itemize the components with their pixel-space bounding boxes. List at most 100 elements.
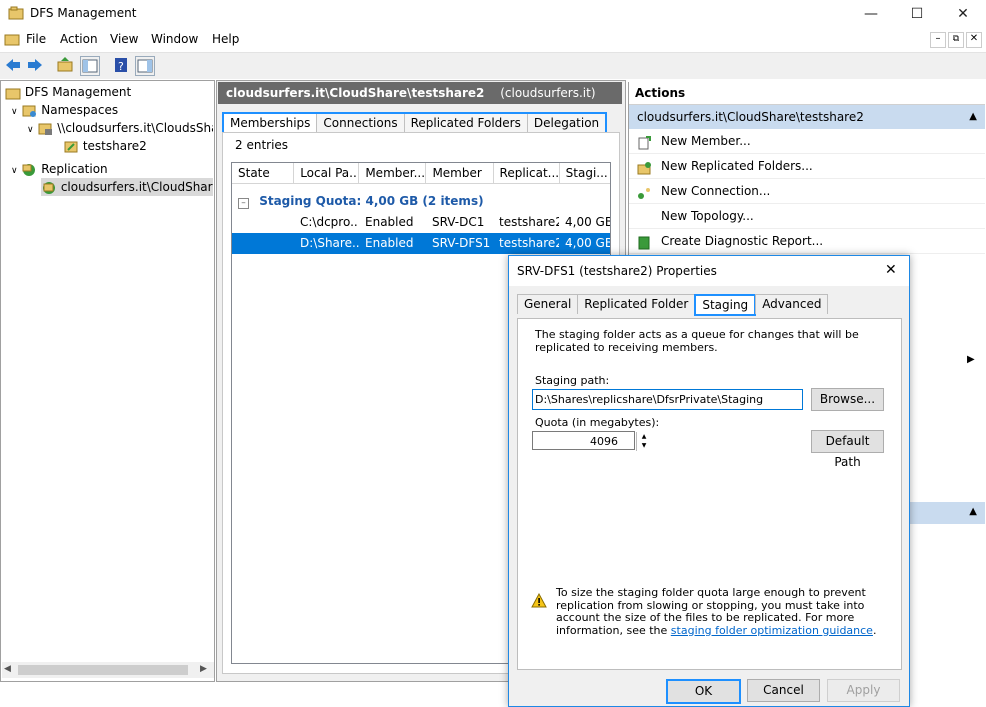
col-state[interactable]: State (232, 163, 295, 183)
child-minimize-button[interactable]: – (930, 32, 946, 48)
tab-memberships[interactable]: Memberships (224, 114, 318, 134)
tab-delegation[interactable]: Delegation (527, 114, 606, 134)
tree-replication-item[interactable]: cloudsurfers.it\CloudShare\t (41, 178, 213, 196)
menu-view[interactable]: View (110, 32, 138, 46)
action-new-member[interactable]: New Member... (629, 129, 985, 154)
dialog-title: SRV-DFS1 (testshare2) Properties (517, 264, 717, 278)
entries-count: 2 entries (235, 138, 289, 152)
col-staging[interactable]: Stagi... (560, 163, 610, 183)
close-button[interactable]: ✕ (940, 0, 986, 28)
new-folder-icon (637, 159, 653, 175)
tree-replication[interactable]: ∨ Replication (11, 160, 108, 178)
action-new-connection[interactable]: New Connection... (629, 179, 985, 204)
action-new-replicated-folders[interactable]: New Replicated Folders... (629, 154, 985, 179)
minimize-button[interactable]: — (848, 0, 894, 28)
default-path-button[interactable]: Default Path (811, 430, 884, 469)
dialog-title-bar: SRV-DFS1 (testshare2) Properties ✕ (509, 256, 909, 286)
folder-link-icon (63, 140, 79, 154)
svg-text:?: ? (118, 60, 124, 73)
collapse-icon[interactable]: – (238, 198, 249, 209)
cancel-button[interactable]: Cancel (747, 679, 820, 702)
staging-panel: The staging folder acts as a queue for c… (517, 318, 902, 670)
app-icon (8, 6, 24, 25)
back-arrow-icon[interactable] (4, 56, 22, 74)
tab-replicated-folder[interactable]: Replicated Folder (577, 294, 696, 314)
report-icon (637, 234, 653, 250)
child-close-button[interactable]: ✕ (966, 32, 982, 48)
warning-icon (531, 592, 547, 611)
tree-root[interactable]: DFS Management (5, 83, 131, 101)
new-member-icon (637, 134, 653, 150)
dfs-folder-icon (5, 86, 21, 100)
tree-namespace-child[interactable]: testshare2 (63, 137, 147, 155)
menu-help[interactable]: Help (212, 32, 239, 46)
apply-button[interactable]: Apply (827, 679, 900, 702)
tree-namespace-item[interactable]: ∨ \\cloudsurfers.it\CloudsShar (27, 119, 213, 137)
quota-label: Quota (in megabytes): (535, 416, 660, 429)
collapse-up-icon[interactable]: ▲ (969, 105, 977, 129)
show-hide-action-pane-icon[interactable] (135, 56, 155, 76)
group-header[interactable]: – Staging Quota: 4,00 GB (2 items) (232, 190, 610, 212)
list-header: State Local Pa... Member... Member Repli… (232, 163, 610, 184)
quota-stepper[interactable]: ▲ ▼ (636, 432, 651, 451)
submenu-arrow-icon[interactable]: ▶ (967, 354, 975, 365)
tree-horizontal-scrollbar[interactable]: ◀ ▶ (2, 662, 214, 678)
staging-guidance-link[interactable]: staging folder optimization guidance (671, 624, 873, 637)
tab-general[interactable]: General (517, 294, 579, 314)
browse-button[interactable]: Browse... (811, 388, 884, 411)
tree-namespaces[interactable]: ∨ Namespaces (11, 101, 118, 119)
chevron-down-icon[interactable]: ∨ (11, 107, 18, 117)
help-icon[interactable]: ? (112, 56, 130, 74)
action-create-diagnostic-report[interactable]: Create Diagnostic Report... (629, 229, 985, 254)
quota-input[interactable]: 4096 (532, 431, 635, 450)
tab-staging[interactable]: Staging (694, 294, 757, 316)
menu-bar: File Action View Window Help – ⧉ ✕ (0, 28, 986, 50)
tab-replicated-folders[interactable]: Replicated Folders (404, 114, 528, 134)
table-row-selected[interactable]: D:\Share... Enabled SRV-DFS1 testshare2 … (232, 233, 610, 254)
col-replicated-folder[interactable]: Replicat... (494, 163, 560, 183)
dialog-tabs: General Replicated Folder Staging Advanc… (517, 294, 829, 316)
replication-icon (21, 163, 37, 177)
menu-file[interactable]: File (26, 32, 46, 46)
namespace-icon (21, 104, 37, 118)
show-hide-tree-icon[interactable] (80, 56, 100, 76)
table-row[interactable]: C:\dcpro... Enabled SRV-DC1 testshare2 4… (232, 212, 610, 233)
col-local-path[interactable]: Local Pa... (294, 163, 360, 183)
col-member[interactable]: Member (426, 163, 494, 183)
new-connection-icon (637, 184, 653, 199)
actions-subheader[interactable]: cloudsurfers.it\CloudShare\testshare2 ▲ (629, 105, 985, 129)
chevron-down-icon[interactable]: ∨ (27, 125, 34, 135)
menu-window[interactable]: Window (151, 32, 198, 46)
tree-pane: DFS Management ∨ Namespaces ∨ \\cloudsur… (0, 80, 215, 682)
mmc-icon (4, 31, 20, 50)
forward-arrow-icon[interactable] (26, 56, 44, 74)
maximize-button[interactable]: ☐ (894, 0, 940, 28)
toolbar: ? (0, 52, 986, 79)
staging-path-input[interactable]: D:\Shares\replicshare\DfsrPrivate\Stagin… (532, 389, 803, 410)
scroll-thumb[interactable] (18, 665, 188, 675)
chevron-down-icon[interactable]: ∨ (11, 166, 18, 176)
replication-group-icon (41, 181, 57, 195)
tab-connections[interactable]: Connections (317, 114, 405, 134)
up-folder-icon[interactable] (56, 56, 74, 74)
title-bar: DFS Management — ☐ ✕ (0, 0, 986, 28)
menu-action[interactable]: Action (60, 32, 98, 46)
actions-subheader-2[interactable]: ▲ (909, 502, 985, 524)
collapse-up-icon[interactable]: ▲ (969, 506, 977, 517)
warning-message: To size the staging folder quota large e… (556, 586, 877, 637)
action-new-topology[interactable]: New Topology... (629, 204, 985, 229)
staging-description: The staging folder acts as a queue for c… (535, 328, 859, 354)
staging-path-label: Staging path: (535, 374, 610, 387)
tab-advanced[interactable]: Advanced (755, 294, 829, 314)
center-header-domain: (cloudsurfers.it) (500, 86, 596, 100)
ok-button[interactable]: OK (666, 679, 741, 704)
center-header-title: cloudsurfers.it\CloudShare\testshare2 (226, 86, 485, 100)
scroll-right-icon[interactable]: ▶ (200, 664, 207, 674)
scroll-left-icon[interactable]: ◀ (4, 664, 11, 674)
center-header: cloudsurfers.it\CloudShare\testshare2 (c… (218, 82, 622, 104)
window-title: DFS Management (30, 6, 137, 20)
child-restore-button[interactable]: ⧉ (948, 32, 964, 48)
dialog-close-button[interactable]: ✕ (885, 262, 897, 278)
col-membership[interactable]: Member... (359, 163, 427, 183)
actions-header: Actions (629, 82, 985, 105)
